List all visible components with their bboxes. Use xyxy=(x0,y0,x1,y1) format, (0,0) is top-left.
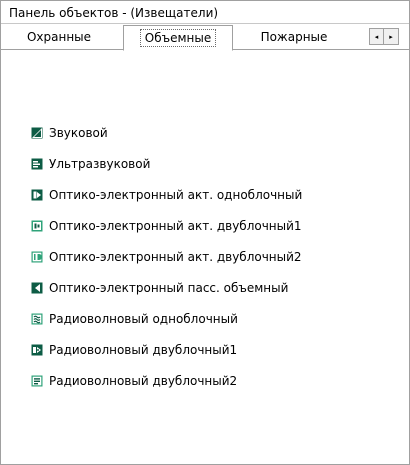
list-item-radiowave-double2[interactable]: Радиоволновый двублочный2 xyxy=(31,372,237,390)
tab-scroll-buttons: ◂ ▸ xyxy=(369,28,399,45)
list-item-radiowave-single[interactable]: Радиоволновый одноблочный xyxy=(31,310,238,328)
optoelectronic-passive-volume-icon xyxy=(31,282,43,294)
panel-title: Панель объектов - (Извещатели) xyxy=(9,6,219,20)
list-item-opto-active-double2[interactable]: Оптико-электронный акт. двублочный2 xyxy=(31,248,302,266)
list-item-label: Радиоволновый двублочный1 xyxy=(49,343,238,357)
sound-detector-icon xyxy=(31,127,43,139)
chevron-left-icon: ◂ xyxy=(374,32,379,41)
tab-guard-label: Охранные xyxy=(26,30,92,44)
list-item-opto-active-single[interactable]: Оптико-электронный акт. одноблочный xyxy=(31,186,302,204)
optoelectronic-active-single-icon xyxy=(31,189,43,201)
tab-volume-label: Объемные xyxy=(139,29,217,47)
tab-scroll-right-button[interactable]: ▸ xyxy=(384,28,399,45)
list-item-radiowave-double1[interactable]: Радиоволновый двублочный1 xyxy=(31,341,237,359)
list-item-sound[interactable]: Звуковой xyxy=(31,124,108,142)
tab-fire[interactable]: Пожарные xyxy=(241,27,347,49)
list-item-opto-active-double1[interactable]: Оптико-электронный акт. двублочный1 xyxy=(31,217,302,235)
list-item-label: Звуковой xyxy=(49,126,108,140)
optoelectronic-active-double2-icon xyxy=(31,251,43,263)
list-item-label: Оптико-электронный акт. двублочный2 xyxy=(49,250,302,264)
radiowave-single-icon xyxy=(31,313,43,325)
tab-guard[interactable]: Охранные xyxy=(7,27,111,49)
list-item-label: Ультразвуковой xyxy=(49,157,151,171)
chevron-right-icon: ▸ xyxy=(389,32,393,41)
list-item-label: Оптико-электронный акт. одноблочный xyxy=(49,188,303,202)
list-item-label: Радиоволновый двублочный2 xyxy=(49,374,238,388)
list-item-ultrasonic[interactable]: Ультразвуковой xyxy=(31,155,150,173)
radiowave-double2-icon xyxy=(31,375,43,387)
optoelectronic-active-double1-icon xyxy=(31,220,43,232)
radiowave-double1-icon xyxy=(31,344,43,356)
list-item-opto-passive-volume[interactable]: Оптико-электронный пасс. объемный xyxy=(31,279,288,297)
ultrasonic-detector-icon xyxy=(31,158,43,170)
tab-scroll-left-button[interactable]: ◂ xyxy=(369,28,384,45)
panel-titlebar: Панель объектов - (Извещатели) xyxy=(1,1,409,24)
detector-list: Звуковой Ультразвуковой Оптико-электронн… xyxy=(1,50,409,464)
object-panel: Панель объектов - (Извещатели) Охранные … xyxy=(0,0,410,465)
tab-volume[interactable]: Объемные xyxy=(123,25,233,51)
tab-fire-label: Пожарные xyxy=(260,30,328,44)
list-item-label: Оптико-электронный акт. двублочный1 xyxy=(49,219,302,233)
list-item-label: Оптико-электронный пасс. объемный xyxy=(49,281,289,295)
list-item-label: Радиоволновый одноблочный xyxy=(49,312,238,326)
